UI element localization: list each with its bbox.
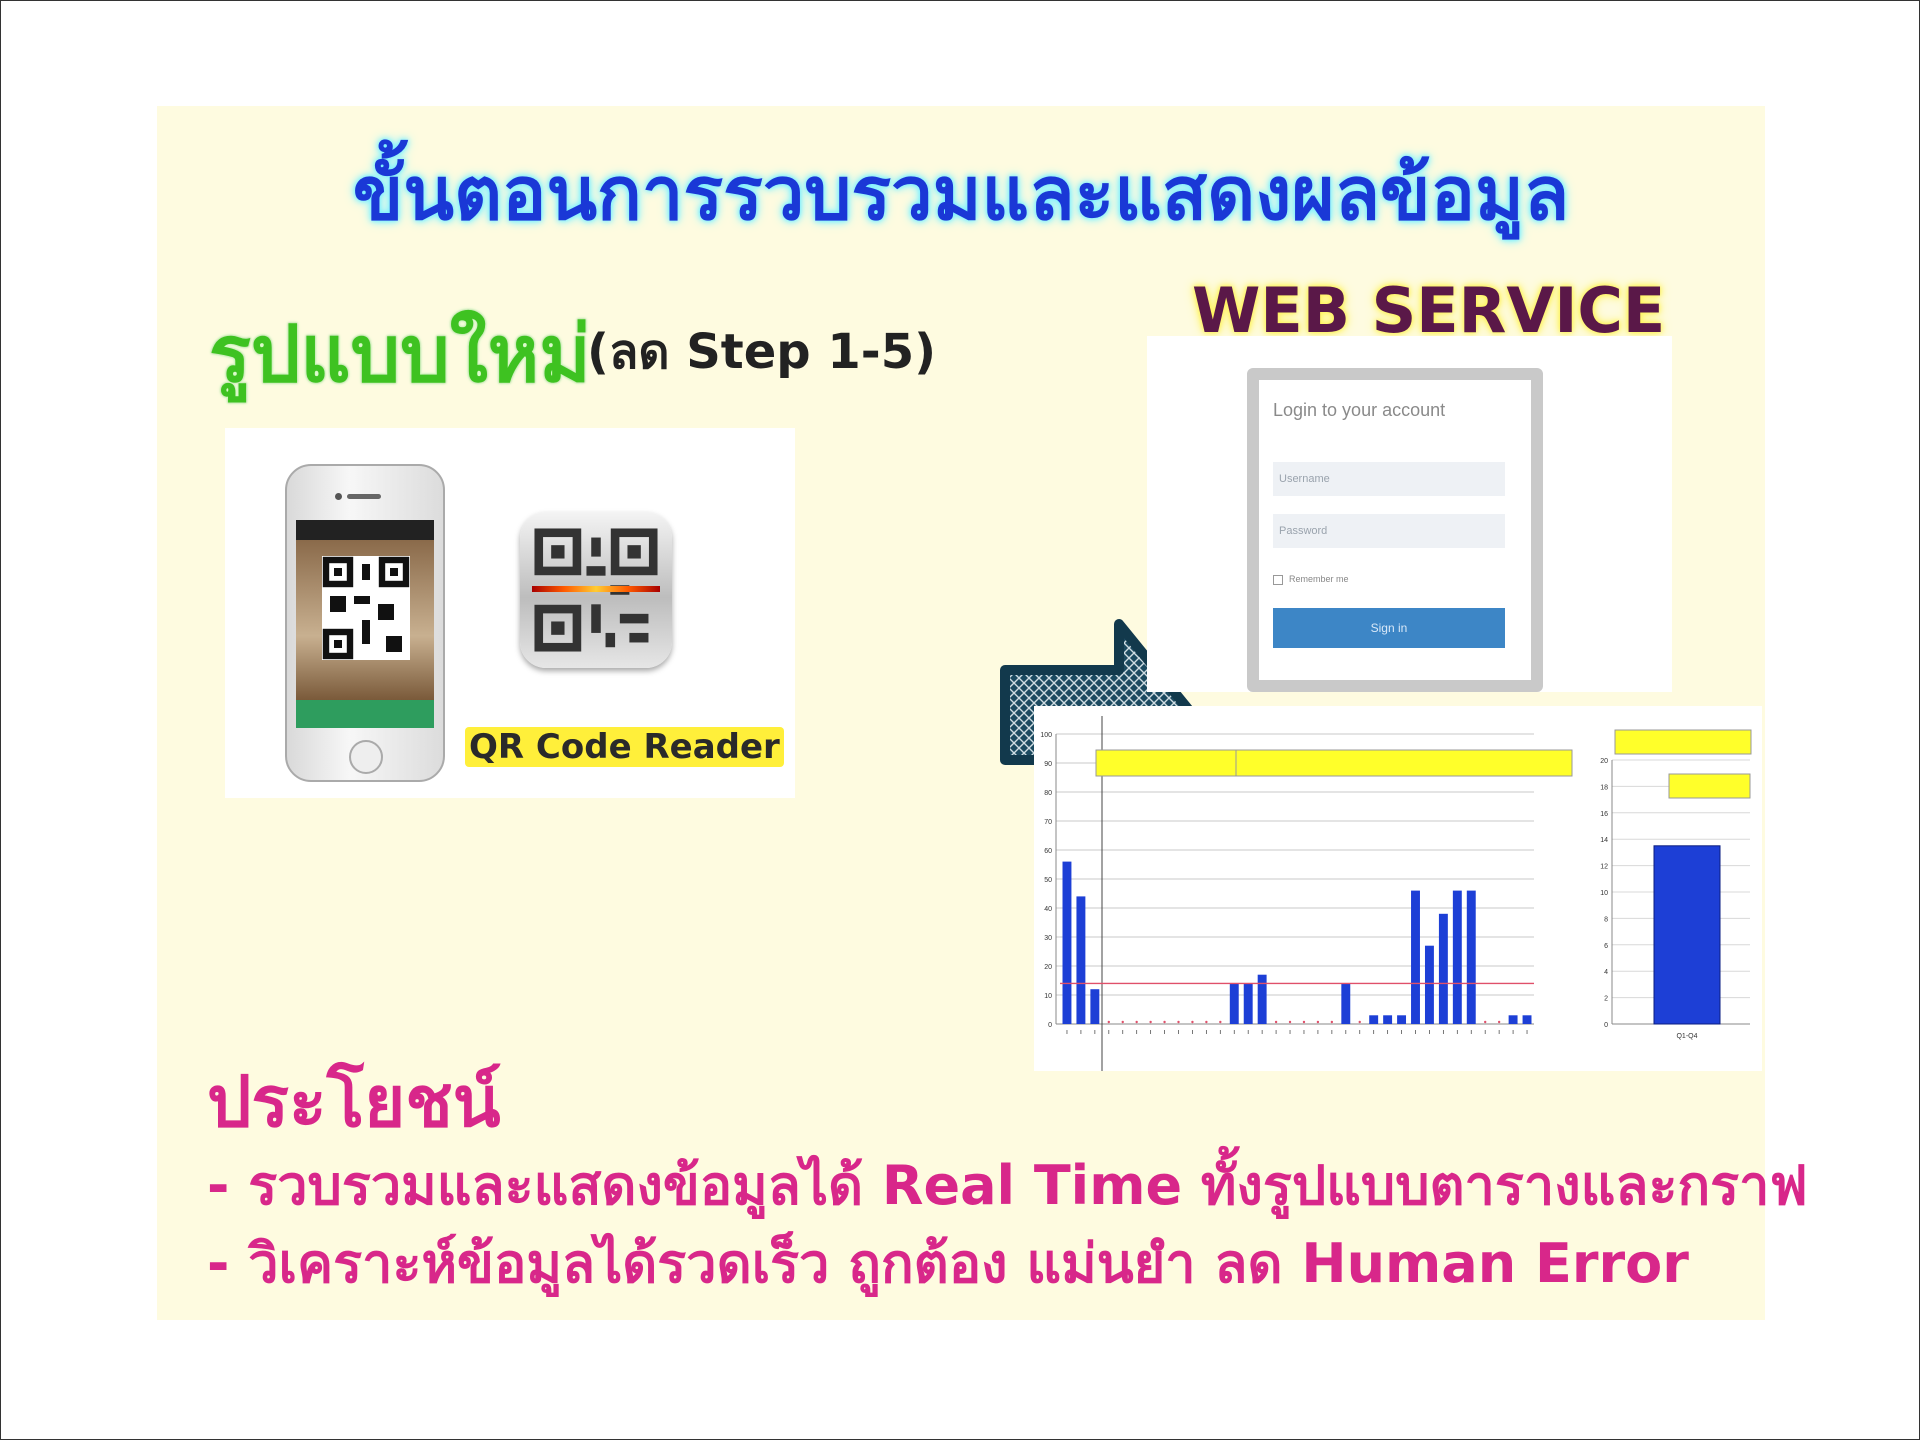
qr-code-icon [322, 556, 410, 660]
bar [1062, 861, 1072, 1024]
bar [1076, 896, 1086, 1024]
bar-charts: 0 10 20 30 40 50 60 70 80 90 100 0 2 4 6 8 10 12 14 16 18 20 Q… [1040, 716, 1752, 1071]
y-tick-label: 18 [1600, 784, 1608, 791]
zero-marker [1219, 1020, 1222, 1024]
phone-scan-button [296, 700, 434, 728]
x-tick-label: Q1-Q4 [1676, 1033, 1697, 1040]
chart-screenshot: 0 10 20 30 40 50 60 70 80 90 100 0 2 4 6 8 10 12 14 16 18 20 Q… [1034, 706, 1762, 1071]
bar [1257, 974, 1267, 1024]
bar [1411, 890, 1420, 1024]
benefits-heading: ประโยชน์ [207, 1061, 501, 1143]
benefit-line-1: - รวบรวมและแสดงข้อมูลได้ Real Time ทั้งร… [207, 1154, 1808, 1217]
login-title: Login to your account [1273, 400, 1446, 420]
bar [1424, 945, 1434, 1024]
phone-speaker [347, 494, 381, 499]
checkbox-icon [1273, 574, 1283, 585]
phone-home-button [349, 740, 383, 774]
y-tick-label: 30 [1044, 935, 1052, 942]
zero-marker [1149, 1020, 1152, 1024]
scanner-laser-line [532, 586, 660, 592]
y-tick-label: 10 [1600, 890, 1608, 897]
bar [1229, 983, 1239, 1024]
y-tick-label: 90 [1044, 761, 1052, 768]
zero-marker [1484, 1020, 1487, 1024]
y-tick-label: 2 [1604, 996, 1608, 1003]
bar [1653, 845, 1721, 1025]
zero-marker [1288, 1020, 1292, 1024]
bar [1466, 890, 1476, 1024]
zero-marker [1121, 1020, 1124, 1024]
remember-me-checkbox[interactable]: Remember me [1273, 574, 1349, 585]
y-tick-label: 10 [1044, 993, 1052, 1000]
zero-marker [1205, 1020, 1208, 1024]
login-screenshot: Login to your account Username Password … [1147, 336, 1672, 692]
bar [1452, 890, 1462, 1024]
y-tick-label: 40 [1044, 906, 1052, 913]
new-format-heading: รูปแบบใหม่ [209, 310, 591, 400]
y-tick-label: 12 [1600, 864, 1608, 871]
login-card: Login to your account Username Password … [1247, 368, 1543, 692]
y-tick-label: 0 [1604, 1022, 1608, 1029]
bar [1522, 1015, 1532, 1024]
bar [1369, 1015, 1379, 1024]
y-tick-label: 4 [1604, 969, 1608, 976]
sign-in-button[interactable]: Sign in [1273, 608, 1505, 648]
y-tick-label: 100 [1040, 732, 1052, 739]
bar [1438, 913, 1448, 1024]
phone-camera [335, 493, 342, 500]
y-tick-label: 60 [1044, 848, 1052, 855]
y-tick-label: 80 [1044, 790, 1052, 797]
new-format-subtitle: (ลด Step 1-5) [587, 324, 937, 380]
zero-marker [1497, 1020, 1501, 1024]
legend-box [1614, 729, 1752, 755]
zero-marker [1107, 1020, 1110, 1024]
y-tick-label: 70 [1044, 819, 1052, 826]
phone-screen [296, 520, 434, 728]
bar [1397, 1015, 1407, 1024]
y-tick-label: 6 [1604, 943, 1608, 950]
bar [1508, 1015, 1518, 1024]
zero-marker [1316, 1020, 1320, 1024]
bar [1341, 983, 1351, 1024]
slide: ขั้นตอนการรวบรวมและแสดงผลข้อมูล รูปแบบให… [157, 106, 1808, 1320]
slide-title: ขั้นตอนการรวบรวมและแสดงผลข้อมูล [352, 151, 1570, 237]
y-tick-label: 16 [1600, 811, 1608, 818]
y-tick-label: 20 [1600, 758, 1608, 765]
qr-scanner-app-icon [520, 512, 672, 668]
zero-marker [1330, 1020, 1334, 1024]
smartphone-icon [285, 464, 445, 782]
y-tick-label: 20 [1044, 964, 1052, 971]
phone-screen-bar [296, 520, 434, 540]
password-field[interactable]: Password [1273, 514, 1505, 548]
benefit-line-2: - วิเคราะห์ข้อมูลได้รวดเร็ว ถูกต้อง แม่น… [207, 1232, 1689, 1295]
zero-marker [1191, 1020, 1194, 1024]
bar [1243, 983, 1253, 1024]
remember-me-label: Remember me [1289, 574, 1349, 584]
bar [1090, 989, 1100, 1024]
y-tick-label: 14 [1600, 837, 1608, 844]
zero-marker [1302, 1020, 1306, 1024]
qr-reader-image: QR Code Reader [225, 428, 795, 798]
zero-marker [1135, 1020, 1138, 1024]
zero-marker [1163, 1020, 1166, 1024]
legend-box [1095, 749, 1573, 777]
bar [1383, 1015, 1393, 1024]
legend-box [1668, 773, 1751, 799]
zero-marker [1177, 1020, 1180, 1024]
qr-code-reader-label: QR Code Reader [465, 727, 784, 767]
y-tick-label: 0 [1048, 1022, 1052, 1029]
y-tick-label: 50 [1044, 877, 1052, 884]
zero-marker [1358, 1020, 1361, 1024]
y-tick-label: 8 [1604, 916, 1608, 923]
zero-marker [1274, 1020, 1278, 1024]
username-field[interactable]: Username [1273, 462, 1505, 496]
